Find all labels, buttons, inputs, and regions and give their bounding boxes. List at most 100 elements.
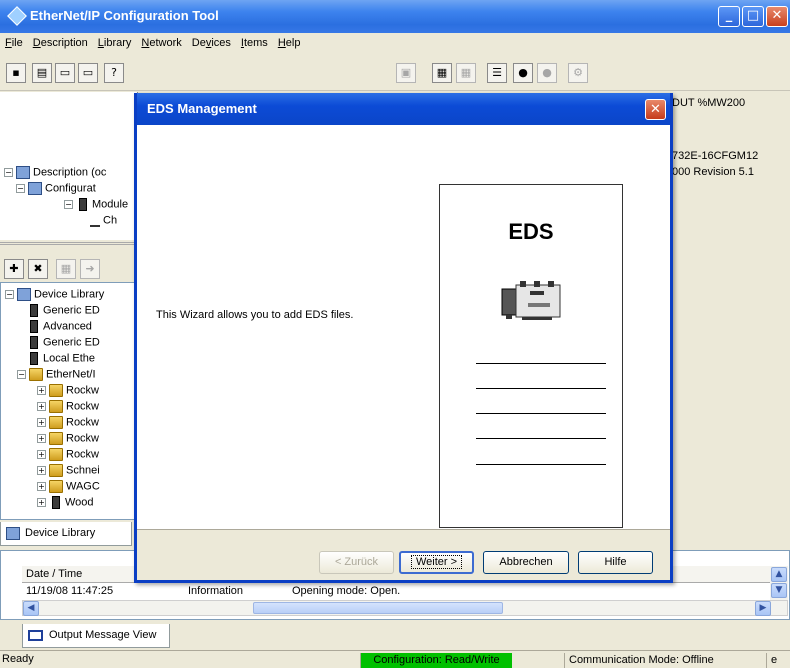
tree-node-vendor[interactable]: + Rockw [37, 432, 99, 448]
status-extra: e [766, 653, 788, 668]
expand-icon[interactable]: + [37, 434, 46, 443]
window-icon[interactable]: ▭ [55, 63, 75, 83]
collapse-icon[interactable]: − [4, 168, 13, 177]
menu-library[interactable]: Library [93, 33, 137, 49]
vertical-scrollbar[interactable]: ▲ ▼ [770, 566, 788, 600]
log-row-message: Opening mode: Open. [292, 585, 401, 597]
collapse-icon[interactable]: − [64, 200, 73, 209]
add-eds-icon[interactable]: ✚ [4, 259, 24, 279]
expand-icon[interactable]: + [37, 482, 46, 491]
scroll-up-icon[interactable]: ▲ [771, 567, 787, 582]
collapse-icon[interactable]: − [5, 290, 14, 299]
folder-icon [29, 368, 43, 381]
help-icon[interactable]: ? [104, 63, 124, 83]
tree-node-device-library[interactable]: − Device Library [5, 288, 104, 304]
scroll-down-icon[interactable]: ▼ [771, 583, 787, 598]
collapse-icon[interactable]: − [16, 184, 25, 193]
expand-icon[interactable]: + [37, 498, 46, 507]
print-icon[interactable]: ▤ [32, 63, 52, 83]
device-icon [30, 320, 38, 333]
collapse-icon[interactable]: − [17, 370, 26, 379]
cancel-button[interactable]: Abbrechen [483, 551, 569, 574]
scroll-left-icon[interactable]: ◀ [23, 601, 39, 616]
back-button[interactable]: < Zurück [319, 551, 394, 574]
tree-node-advanced[interactable]: Advanced [27, 320, 92, 336]
dialog-title: EDS Management [147, 101, 257, 116]
folder-icon [49, 464, 63, 477]
remove-eds-icon[interactable]: ✖ [28, 259, 48, 279]
tree-node-generic-eds[interactable]: Generic ED [27, 336, 100, 352]
delete-icon[interactable]: ▣ [396, 63, 416, 83]
menu-devices[interactable]: Devices [187, 33, 236, 49]
menu-description[interactable]: Description [28, 33, 93, 49]
description-icon [16, 166, 30, 179]
window-icon[interactable]: ▭ [78, 63, 98, 83]
properties-icon[interactable]: ▦ [432, 63, 452, 83]
device-icon [30, 336, 38, 349]
tab-device-library[interactable]: Device Library [0, 522, 132, 546]
tree-node-generic-eds[interactable]: Generic ED [27, 304, 100, 320]
dialog-title-bar[interactable]: EDS Management ✕ [137, 93, 670, 125]
expand-icon[interactable]: + [37, 402, 46, 411]
expand-icon[interactable]: + [37, 466, 46, 475]
log-row-time: 11/19/08 11:47:25 [26, 585, 114, 597]
tree-node-description[interactable]: − Description (oc [4, 166, 106, 182]
computer-icon [28, 182, 42, 195]
horizontal-scrollbar[interactable]: ◀ ▶ [22, 600, 788, 616]
network-icon[interactable]: ● [537, 63, 557, 83]
eds-line [476, 464, 606, 465]
folder-icon [49, 480, 63, 493]
tree-node-vendor[interactable]: + Rockw [37, 448, 99, 464]
eds-line [476, 363, 606, 364]
description-pane: − Description (oc − Configurat − Module Ch [0, 92, 138, 240]
expand-icon[interactable]: + [37, 450, 46, 459]
list-icon[interactable]: ☰ [487, 63, 507, 83]
catalog-number: 732E-16CFGM12 [672, 150, 759, 162]
tree-node-local-ethernet[interactable]: Local Ethe [27, 352, 95, 368]
properties-icon[interactable]: ▦ [56, 259, 76, 279]
tree-node-channel[interactable]: Ch [90, 214, 117, 230]
library-icon [6, 527, 20, 540]
scrollbar-thumb[interactable] [253, 602, 503, 614]
eds-label: EDS [508, 219, 554, 244]
help-button[interactable]: Hilfe [578, 551, 653, 574]
eds-line [476, 413, 606, 414]
tab-output-message-view[interactable]: Output Message View [22, 624, 170, 648]
output-label: DUT %MW200 [672, 97, 746, 109]
eds-line [476, 438, 606, 439]
device-icon [501, 281, 561, 320]
dialog-close-button[interactable]: ✕ [645, 99, 666, 120]
menu-help[interactable]: Help [273, 33, 306, 49]
tree-node-module[interactable]: − Module [64, 198, 128, 214]
folder-icon [49, 384, 63, 397]
tree-node-vendor[interactable]: + Rockw [37, 416, 99, 432]
tree-node-vendor[interactable]: + Schnei [37, 464, 100, 480]
properties-icon[interactable]: ▦ [456, 63, 476, 83]
expand-icon[interactable]: + [37, 418, 46, 427]
maximize-button[interactable]: □ [742, 6, 764, 27]
eds-management-dialog: EDS Management ✕ This Wizard allows you … [134, 93, 673, 583]
network-icon[interactable]: ● [513, 63, 533, 83]
column-header-date-time[interactable]: Date / Time [26, 568, 82, 580]
minimize-button[interactable]: _ [718, 6, 740, 27]
folder-icon [49, 416, 63, 429]
menu-file[interactable]: File [0, 33, 28, 49]
save-icon[interactable]: ▪ [6, 63, 26, 83]
tree-node-configuration[interactable]: − Configurat [16, 182, 96, 198]
tree-node-vendor[interactable]: + Wood [37, 496, 94, 509]
tree-node-vendor[interactable]: + Rockw [37, 400, 99, 416]
wizard-description: This Wizard allows you to add EDS files. [156, 309, 354, 321]
eds-illustration: EDS [439, 184, 623, 528]
tree-node-ethernet-ip[interactable]: − EtherNet/I [17, 368, 96, 384]
expand-icon[interactable]: + [37, 386, 46, 395]
tree-node-vendor[interactable]: + WAGC [37, 480, 100, 496]
next-button[interactable]: Weiter > [399, 551, 474, 574]
menu-items[interactable]: Items [236, 33, 273, 49]
close-button[interactable]: ✕ [766, 6, 788, 27]
tree-node-vendor[interactable]: + Rockw [37, 384, 99, 400]
config-icon[interactable]: ⚙ [568, 63, 588, 83]
scroll-right-icon[interactable]: ▶ [755, 601, 771, 616]
arrow-right-icon[interactable]: ➜ [80, 259, 100, 279]
menu-network[interactable]: Network [136, 33, 186, 49]
window-title-bar[interactable]: EtherNet/IP Configuration Tool _ □ ✕ [0, 0, 790, 33]
